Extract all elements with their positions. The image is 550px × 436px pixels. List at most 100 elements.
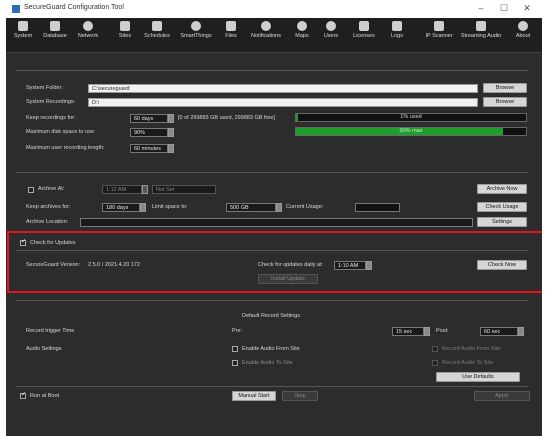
keep-archives-field[interactable]: 180 days <box>102 203 140 212</box>
divider <box>16 300 528 301</box>
archive-at-label: Archive At: <box>38 186 65 192</box>
audio-settings-label: Audio Settings <box>26 346 62 352</box>
maximize-button[interactable]: ☐ <box>497 3 511 14</box>
network-icon <box>83 21 93 31</box>
archive-location-field[interactable] <box>80 218 473 227</box>
run-at-boot-label: Run at Boot <box>30 393 60 399</box>
toolbar-files[interactable]: Files <box>218 21 244 51</box>
toolbar-label: Notifications <box>251 33 281 39</box>
enable-audio-to-site-checkbox[interactable] <box>232 360 238 366</box>
archive-now-button[interactable]: Archive Now <box>477 184 527 194</box>
toolbar-maps[interactable]: Maps <box>289 21 315 51</box>
toolbar-label: Files <box>225 33 237 39</box>
toolbar-sites[interactable]: Sites <box>112 21 138 51</box>
toolbar-notifications[interactable]: Notifications <box>246 21 286 51</box>
licenses-icon <box>359 21 369 31</box>
schedules-icon <box>152 21 162 31</box>
default-record-title: Default Record Settings <box>242 313 301 319</box>
system-recordings-field[interactable]: D:\ <box>88 98 478 107</box>
enable-audio-from-site-checkbox[interactable] <box>232 346 238 352</box>
archive-at-checkbox[interactable] <box>28 187 34 193</box>
logs-icon <box>392 21 402 31</box>
toolbar-label: Network <box>77 33 99 39</box>
pre-field[interactable]: 15 sec <box>392 327 424 336</box>
max-disk-spinner[interactable] <box>168 128 174 137</box>
keep-recordings-label: Keep recordings for: <box>26 115 76 121</box>
toolbar-label: Logs <box>391 33 403 39</box>
keep-recordings-spinner[interactable] <box>168 114 174 123</box>
browse-system-recordings-button[interactable]: Browse <box>483 97 527 107</box>
toolbar-about[interactable]: About <box>510 21 536 51</box>
toolbar-logs[interactable]: Logs <box>384 21 410 51</box>
toolbar-label: System <box>13 33 33 39</box>
streaming-audio-icon <box>476 21 486 31</box>
disk-usage-bar-text: 1% used <box>400 114 422 120</box>
pre-spinner[interactable] <box>424 327 430 336</box>
manual-start-button[interactable]: Manual Start <box>232 391 276 401</box>
record-audio-to-site-checkbox[interactable] <box>432 360 438 366</box>
keep-archives-spinner[interactable] <box>140 203 146 212</box>
toolbar-ip-scanner[interactable]: IP Scanner <box>422 21 456 51</box>
current-usage-label: Current Usage: <box>286 204 324 210</box>
toolbar-network[interactable]: Network <box>72 21 104 51</box>
max-disk-label: Maximum disk space to use: <box>26 129 96 135</box>
toolbar-system[interactable]: System <box>8 21 38 51</box>
files-icon <box>226 21 236 31</box>
enable-audio-to-site-label: Enable Audio To Site <box>242 360 293 366</box>
toolbar-label: IP Scanner <box>425 33 453 39</box>
keep-archives-label: Keep archives for: <box>26 204 71 210</box>
app-icon <box>12 5 20 13</box>
users-icon <box>326 21 336 31</box>
window-title: SecureGuard Configuration Tool <box>24 4 124 11</box>
post-field[interactable]: 60 sec <box>480 327 518 336</box>
stop-button[interactable]: Stop <box>282 391 318 401</box>
limit-space-label: Limit space to: <box>152 204 188 210</box>
max-disk-bar: 90% max <box>295 127 527 136</box>
toolbar-label: Licenses <box>353 33 375 39</box>
keep-recordings-field[interactable]: 60 days <box>130 114 168 123</box>
max-user-recording-spinner[interactable] <box>168 144 174 153</box>
close-button[interactable]: ✕ <box>520 3 534 14</box>
max-disk-field[interactable]: 90% <box>130 128 168 137</box>
archive-location-label: Archive Location: <box>26 219 69 225</box>
toolbar-smartthings[interactable]: SmartThings <box>176 21 216 51</box>
minimize-button[interactable]: – <box>474 3 488 13</box>
max-user-recording-field[interactable]: 60 minutes <box>130 144 168 153</box>
archive-settings-button[interactable]: Settings <box>477 217 527 227</box>
about-icon <box>518 21 528 31</box>
archive-at-spinner[interactable] <box>142 185 148 194</box>
check-usage-button[interactable]: Check Usage <box>477 202 527 212</box>
smartthings-icon <box>191 21 201 31</box>
run-at-boot-checkbox[interactable] <box>20 391 26 399</box>
browse-system-folder-button[interactable]: Browse <box>483 83 527 93</box>
limit-space-field[interactable]: 500 GB <box>226 203 276 212</box>
system-folder-label: System Folder: <box>26 85 63 91</box>
trigger-time-label: Record trigger Time <box>26 328 75 334</box>
archive-at-select[interactable]: Not Set <box>152 185 216 194</box>
post-spinner[interactable] <box>518 327 524 336</box>
toolbar-label: Sites <box>118 33 132 39</box>
limit-space-spinner[interactable] <box>276 203 282 212</box>
archive-at-time-field[interactable]: 1:12 AM <box>102 185 142 194</box>
system-folder-field[interactable]: C:\secureguard <box>88 84 478 93</box>
updates-highlight-box <box>7 231 542 293</box>
use-defaults-button[interactable]: Use Defaults <box>436 372 520 382</box>
toolbar-label: About <box>515 33 531 39</box>
toolbar-streaming-audio[interactable]: Streaming Audio <box>458 21 504 51</box>
record-audio-from-site-checkbox[interactable] <box>432 346 438 352</box>
toolbar-database[interactable]: Database <box>39 21 71 51</box>
divider <box>16 172 528 173</box>
ip-scanner-icon <box>434 21 444 31</box>
record-audio-from-site-label: Record Audio From Site <box>442 346 501 352</box>
apply-button[interactable]: Apply <box>474 391 530 401</box>
notifications-icon <box>261 21 271 31</box>
post-label: Post: <box>436 328 449 334</box>
disk-usage-bar: 1% used <box>295 113 527 122</box>
toolbar-label: SmartThings <box>180 33 212 39</box>
system-recordings-label: System Recordings: <box>26 99 76 105</box>
toolbar-users[interactable]: Users <box>318 21 344 51</box>
app-window: SecureGuard Configuration Tool – ☐ ✕ Sys… <box>6 0 542 436</box>
enable-audio-from-site-label: Enable Audio From Site <box>242 346 300 352</box>
toolbar-schedules[interactable]: Schedules <box>139 21 175 51</box>
toolbar-licenses[interactable]: Licenses <box>348 21 380 51</box>
